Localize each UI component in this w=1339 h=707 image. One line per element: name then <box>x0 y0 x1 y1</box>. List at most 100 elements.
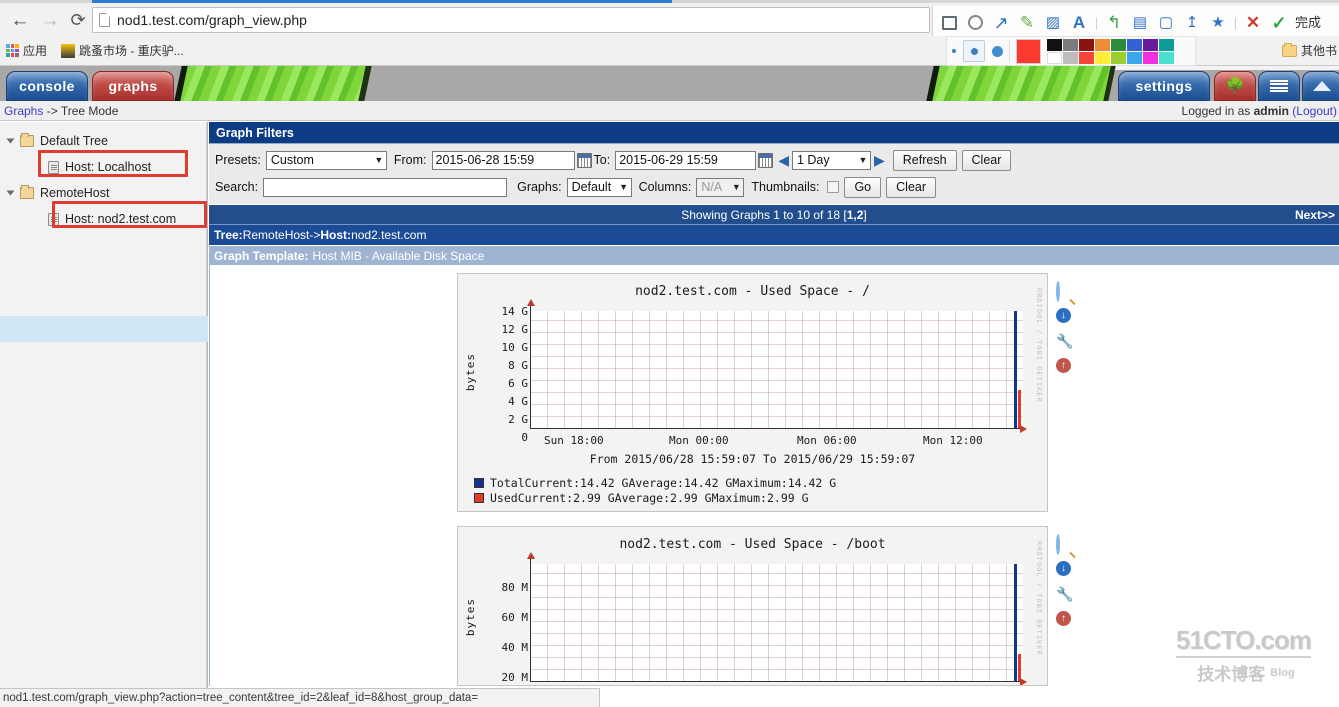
csv-export-icon[interactable]: ↓ <box>1056 308 1073 325</box>
y-tick: 80 M <box>501 581 529 594</box>
search-input[interactable] <box>263 177 508 197</box>
clear-button-2[interactable]: Clear <box>886 176 937 198</box>
showing-prefix: Showing Graphs 1 to 10 of 18 [ <box>681 207 847 222</box>
pen-tool-icon[interactable]: ✎ <box>1015 11 1039 35</box>
ellipse-tool-icon[interactable] <box>963 11 987 35</box>
confirm-icon[interactable]: ✓ <box>1267 11 1291 35</box>
back-icon[interactable]: ← <box>8 8 32 32</box>
graph-card[interactable]: RRDTOOL / TOBI OETIKER nod2.test.com - U… <box>457 273 1048 512</box>
tab-console[interactable]: console <box>6 71 88 101</box>
tree-item-label: RemoteHost <box>40 186 110 200</box>
legend-maximum-value: 2.99 G <box>766 490 809 505</box>
graph-title: nod2.test.com - Used Space - /boot <box>619 537 886 552</box>
showing-pages[interactable]: 1,2 <box>847 208 864 222</box>
share-icon[interactable]: ↥ <box>1180 11 1204 35</box>
undo-icon[interactable]: ↰ <box>1102 11 1126 35</box>
graph-properties-icon[interactable]: 🔧 <box>1056 333 1073 350</box>
graph-plot-area: bytes 14 G 12 G 10 G 8 G 6 G 4 G 2 G 0 S… <box>460 299 1027 451</box>
y-tick: 6 G <box>508 377 528 390</box>
list-view-icon[interactable] <box>1258 71 1300 101</box>
template-value: Host MIB - Available Disk Space <box>312 248 485 263</box>
forward-icon[interactable]: → <box>38 8 62 32</box>
copy-icon[interactable]: ▢ <box>1154 11 1178 35</box>
graph-card[interactable]: RRDTOOL / TOBI OETIKER nod2.test.com - U… <box>457 526 1048 686</box>
text-tool-icon[interactable]: A <box>1067 11 1091 35</box>
thumbnails-label: Thumbnails: <box>751 180 820 194</box>
favorite-icon[interactable]: ★ <box>1206 11 1230 35</box>
range-next-icon[interactable]: ▶ <box>871 153 888 167</box>
save-icon[interactable]: ▤ <box>1128 11 1152 35</box>
tree-item-label: Default Tree <box>40 134 109 148</box>
legend-current-label: Current: <box>517 490 574 505</box>
preview-view-icon[interactable] <box>1302 71 1339 101</box>
zoom-icon[interactable] <box>1056 281 1073 302</box>
refresh-button[interactable]: Refresh <box>892 149 957 171</box>
range-prev-icon[interactable]: ◀ <box>775 153 792 167</box>
columns-select[interactable]: N/A ▼ <box>696 177 745 197</box>
main-content: Graph Filters Presets: Custom ▼ From: 201… <box>209 122 1339 688</box>
bookmark-favicon <box>61 43 76 58</box>
x-axis-line <box>530 678 1027 685</box>
page-top-icon[interactable]: ↑ <box>1056 611 1073 628</box>
brush-size-medium[interactable] <box>963 40 985 62</box>
presets-select[interactable]: Custom ▼ <box>265 150 387 170</box>
calendar-icon-2[interactable] <box>758 152 774 168</box>
graphs-select[interactable]: Default ▼ <box>566 177 632 197</box>
brush-size-large[interactable] <box>992 45 1003 57</box>
current-color-swatch[interactable] <box>1016 38 1041 64</box>
other-bookmarks[interactable]: 其他书 <box>1281 42 1339 59</box>
columns-value: N/A <box>701 180 723 194</box>
x-axis-line <box>530 425 1027 433</box>
tree-label: Tree: <box>214 228 243 242</box>
color-swatch-grid[interactable] <box>1047 38 1174 64</box>
breadcrumb-graphs-link[interactable]: Graphs <box>4 104 43 118</box>
to-input[interactable]: 2015-06-29 15:59 <box>615 150 757 170</box>
to-label: To: <box>593 153 611 167</box>
y-axis-ticks: 80 M 60 M 40 M 20 M <box>478 556 529 685</box>
tab-graphs[interactable]: graphs <box>92 71 174 101</box>
range-value: 1 Day <box>796 153 830 167</box>
template-label: Graph Template: <box>214 248 309 263</box>
y-tick: 0 <box>521 431 528 444</box>
mosaic-tool-icon[interactable]: ▨ <box>1041 11 1065 35</box>
chevron-down-icon[interactable] <box>6 190 15 196</box>
y-tick: 8 G <box>508 359 528 372</box>
from-input[interactable]: 2015-06-28 15:59 <box>431 150 575 170</box>
zoom-icon[interactable] <box>1056 534 1073 555</box>
bookmark-item-label[interactable]: 跳蚤市场 - 重庆驴... <box>79 42 184 59</box>
cancel-icon[interactable]: ✕ <box>1241 11 1265 35</box>
legend-swatch-used <box>474 492 484 503</box>
address-bar[interactable]: nod1.test.com/graph_view.php <box>92 7 930 33</box>
brush-size-small[interactable] <box>952 49 956 53</box>
arrow-tool-icon[interactable]: ↗ <box>989 11 1013 35</box>
graph-template-bar: Graph Template: Host MIB - Available Disk… <box>209 245 1339 265</box>
y-axis-label: bytes <box>464 353 477 392</box>
page-top-icon[interactable]: ↑ <box>1056 358 1073 375</box>
graph-properties-icon[interactable]: 🔧 <box>1056 586 1073 603</box>
thumbnails-checkbox[interactable] <box>827 181 840 193</box>
y-axis-line <box>527 552 535 682</box>
rectangle-tool-icon[interactable] <box>937 11 961 35</box>
y-tick: 60 M <box>501 611 529 624</box>
y-tick: 20 M <box>501 671 529 684</box>
go-button[interactable]: Go <box>844 176 882 198</box>
chevron-down-icon: ▼ <box>374 155 384 165</box>
logout-link[interactable]: (Logout) <box>1292 104 1337 118</box>
chevron-down-icon[interactable] <box>6 138 15 144</box>
reload-icon[interactable]: ⟳ <box>66 8 90 32</box>
clear-button[interactable]: Clear <box>961 149 1012 171</box>
bookmark-apps-label[interactable]: 应用 <box>23 42 47 59</box>
tab-settings[interactable]: settings <box>1118 71 1210 101</box>
apps-grid-icon[interactable] <box>6 44 19 57</box>
rrdtool-watermark: RRDTOOL / TOBI OETIKER <box>1035 288 1043 403</box>
legend-name: Total <box>490 475 525 490</box>
calendar-icon[interactable] <box>576 152 592 168</box>
chevron-down-icon: ▼ <box>731 182 741 192</box>
next-page-link[interactable]: Next>> <box>1295 208 1335 222</box>
y-axis-ticks: 14 G 12 G 10 G 8 G 6 G 4 G 2 G 0 <box>478 303 529 451</box>
csv-export-icon[interactable]: ↓ <box>1056 561 1073 578</box>
range-select[interactable]: 1 Day ▼ <box>791 150 871 170</box>
done-button[interactable]: 完成 <box>1293 11 1325 35</box>
legend-average-label: Average: <box>628 475 684 490</box>
tree-view-icon[interactable]: 🌳 <box>1214 71 1256 101</box>
